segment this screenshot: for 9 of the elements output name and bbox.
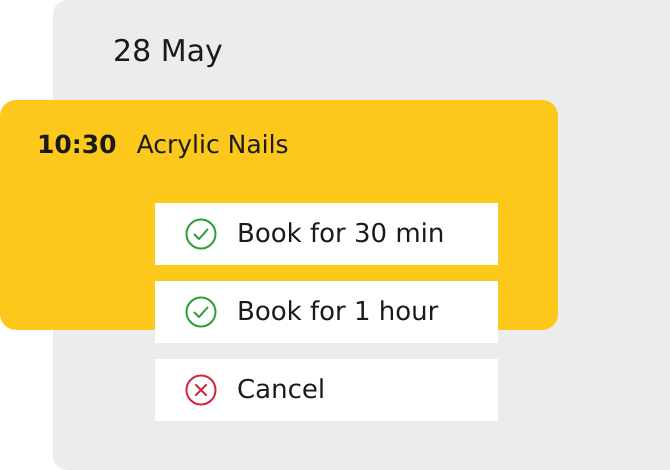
appointment-service: Acrylic Nails [136, 130, 289, 159]
menu-item[interactable]: Book for 30 min [155, 203, 498, 265]
cross-circle-icon [185, 374, 217, 406]
check-circle-icon [185, 218, 217, 250]
date-heading: 28 May [112, 33, 224, 68]
menu-item[interactable]: Book for 1 hour [155, 281, 498, 343]
check-circle-icon [185, 296, 217, 328]
menu-item[interactable]: Cancel [155, 359, 498, 421]
appointment-time: 10:30 [37, 130, 117, 159]
